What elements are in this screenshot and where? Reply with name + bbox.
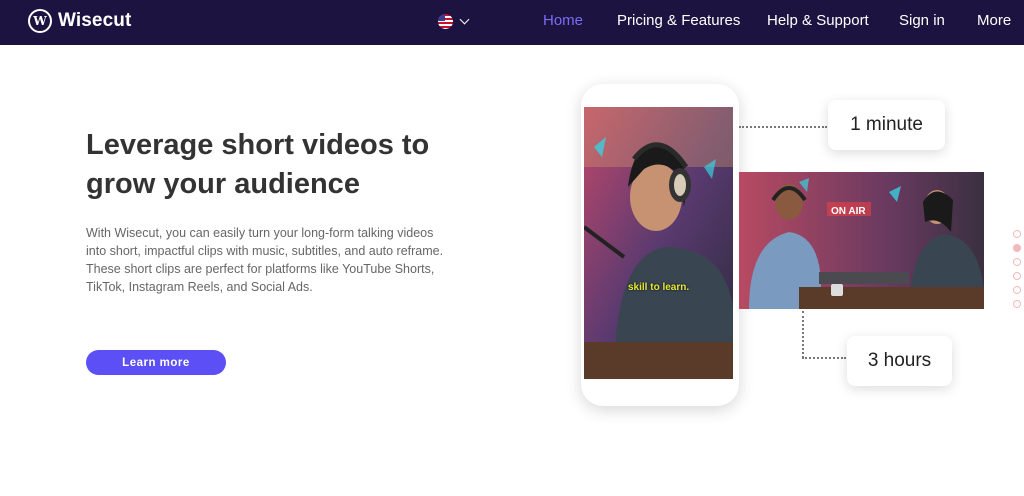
duration-long-badge: 3 hours xyxy=(847,336,952,386)
chevron-down-icon xyxy=(459,14,470,25)
connector-dotted-line xyxy=(739,126,827,128)
nav-home[interactable]: Home xyxy=(543,12,583,29)
nav-help-support[interactable]: Help & Support xyxy=(767,12,869,29)
nav-sign-in[interactable]: Sign in xyxy=(899,12,945,29)
nav-more[interactable]: More xyxy=(977,12,1011,29)
top-navbar: W Wisecut Home Pricing & Features Help &… xyxy=(0,0,1024,45)
learn-more-button[interactable]: Learn more xyxy=(86,350,226,375)
hero-title: Leverage short videos to grow your audie… xyxy=(86,129,430,200)
carousel-dot[interactable] xyxy=(1013,272,1021,280)
connector-dotted-line xyxy=(802,357,846,359)
hero-description: With Wisecut, you can easily turn your l… xyxy=(86,226,444,294)
language-selector[interactable] xyxy=(438,14,470,29)
connector-dotted-line xyxy=(802,311,804,358)
on-air-sign: ON AIR xyxy=(831,206,866,217)
carousel-dot[interactable] xyxy=(1013,286,1021,294)
carousel-dot[interactable] xyxy=(1013,230,1021,238)
us-flag-icon xyxy=(438,14,453,29)
long-video-thumbnail: ON AIR xyxy=(739,172,984,309)
duration-short-badge: 1 minute xyxy=(828,100,945,150)
clip-caption: skill to learn. xyxy=(628,282,690,293)
logo-mark-icon: W xyxy=(28,9,52,33)
short-video-thumbnail xyxy=(584,107,733,379)
carousel-dot[interactable] xyxy=(1013,258,1021,266)
nav-pricing-features[interactable]: Pricing & Features xyxy=(617,12,740,29)
carousel-dot[interactable] xyxy=(1013,300,1021,308)
carousel-dot[interactable] xyxy=(1013,244,1021,252)
carousel-pager xyxy=(1013,230,1021,308)
logo-text: Wisecut xyxy=(58,10,132,31)
wisecut-logo[interactable]: W Wisecut xyxy=(28,9,131,33)
